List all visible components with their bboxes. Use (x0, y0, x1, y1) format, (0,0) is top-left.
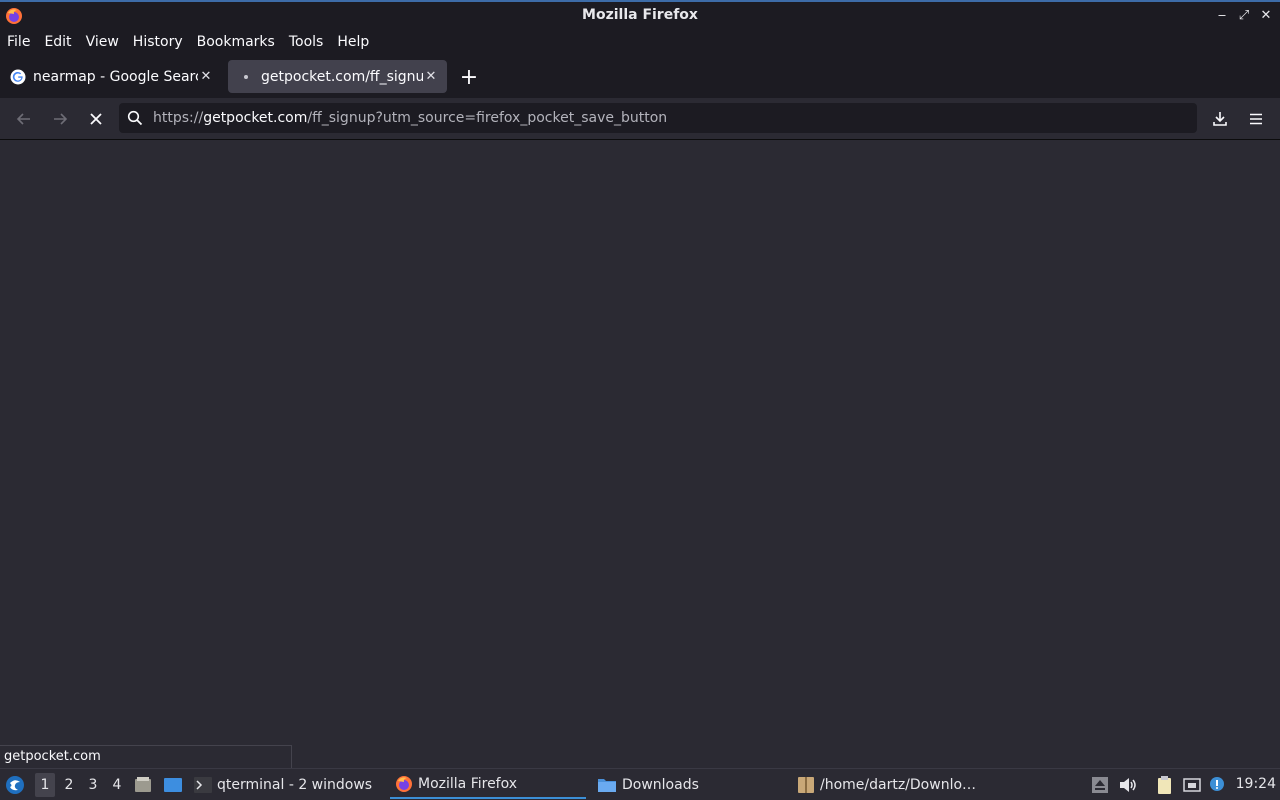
menu-file[interactable]: File (7, 34, 30, 50)
window-title: Mozilla Firefox (582, 7, 698, 23)
close-icon[interactable]: ✕ (1258, 7, 1274, 23)
maximize-icon[interactable]: ⤢ (1236, 7, 1252, 23)
window-titlebar: Mozilla Firefox ‒ ⤢ ✕ (0, 0, 1280, 29)
task-label: /home/dartz/Downlo… (820, 777, 977, 793)
task-label: Downloads (622, 777, 699, 793)
url-scheme: https:// (153, 110, 204, 126)
menu-tools[interactable]: Tools (289, 34, 324, 50)
loading-dot-icon (244, 74, 248, 79)
tab-getpocket[interactable]: getpocket.com/ff_signup ✕ (228, 60, 447, 93)
tab-label: nearmap - Google Search (33, 68, 198, 85)
task-label: Mozilla Firefox (418, 776, 518, 792)
tab-label: getpocket.com/ff_signup (261, 68, 423, 85)
archive-icon (798, 777, 814, 793)
task-label: qterminal - 2 windows (217, 777, 373, 793)
page-content[interactable] (0, 141, 1280, 745)
file-manager-icon[interactable] (133, 775, 153, 795)
url-path: /ff_signup?utm_source=firefox_pocket_sav… (307, 110, 668, 126)
stop-button[interactable] (84, 107, 108, 131)
navigation-bar: https://getpocket.com/ff_signup?utm_sour… (0, 98, 1280, 140)
status-panel: getpocket.com (0, 745, 292, 768)
new-tab-button[interactable]: + (458, 67, 480, 90)
show-desktop-icon[interactable] (163, 775, 183, 795)
url-text[interactable]: https://getpocket.com/ff_signup?utm_sour… (153, 110, 667, 126)
menu-bar: File Edit View History Bookmarks Tools H… (0, 29, 1280, 54)
forward-button[interactable] (48, 107, 72, 131)
folder-icon (598, 779, 616, 792)
volume-icon[interactable] (1118, 775, 1138, 795)
eject-icon[interactable] (1090, 775, 1110, 795)
start-menu-icon[interactable] (5, 775, 25, 795)
stop-x-icon (90, 113, 102, 125)
tab-strip: nearmap - Google Search ✕ getpocket.com/… (0, 54, 1280, 98)
menu-view[interactable]: View (86, 34, 119, 50)
url-host: getpocket.com (203, 110, 308, 126)
workspace-4[interactable]: 4 (107, 773, 127, 797)
menu-history[interactable]: History (133, 34, 183, 50)
task-firefox[interactable]: Mozilla Firefox (390, 771, 586, 799)
network-icon[interactable] (1182, 775, 1202, 795)
terminal-icon (194, 777, 212, 793)
tab-google-search[interactable]: nearmap - Google Search ✕ (0, 60, 222, 93)
search-icon (127, 110, 143, 126)
app-menu-button[interactable] (1244, 107, 1268, 131)
taskbar: 1 2 3 4 qterminal - 2 windows Mozilla Fi… (0, 768, 1280, 800)
hamburger-menu-icon (1250, 113, 1262, 125)
download-icon (1213, 112, 1227, 126)
firefox-icon (396, 776, 412, 792)
menu-bookmarks[interactable]: Bookmarks (197, 34, 275, 50)
clipboard-icon[interactable] (1155, 775, 1175, 795)
arrow-right-icon (54, 113, 68, 125)
task-archive[interactable]: /home/dartz/Downlo… (797, 771, 987, 799)
clock: 19:24 (1235, 776, 1276, 792)
task-downloads[interactable]: Downloads (597, 771, 787, 799)
workspace-1[interactable]: 1 (35, 773, 55, 797)
menu-edit[interactable]: Edit (44, 34, 71, 50)
google-icon (10, 69, 26, 84)
downloads-button[interactable] (1208, 107, 1232, 131)
workspace-2[interactable]: 2 (59, 773, 79, 797)
task-qterminal[interactable]: qterminal - 2 windows (194, 771, 384, 799)
close-tab-icon[interactable]: ✕ (198, 69, 214, 85)
close-tab-icon[interactable]: ✕ (423, 69, 439, 85)
back-button[interactable] (12, 107, 36, 131)
address-bar[interactable]: https://getpocket.com/ff_signup?utm_sour… (119, 103, 1197, 133)
minimize-icon[interactable]: ‒ (1214, 7, 1230, 23)
notification-icon[interactable] (1207, 775, 1227, 795)
menu-help[interactable]: Help (337, 34, 369, 50)
workspace-3[interactable]: 3 (83, 773, 103, 797)
arrow-left-icon (16, 113, 30, 125)
